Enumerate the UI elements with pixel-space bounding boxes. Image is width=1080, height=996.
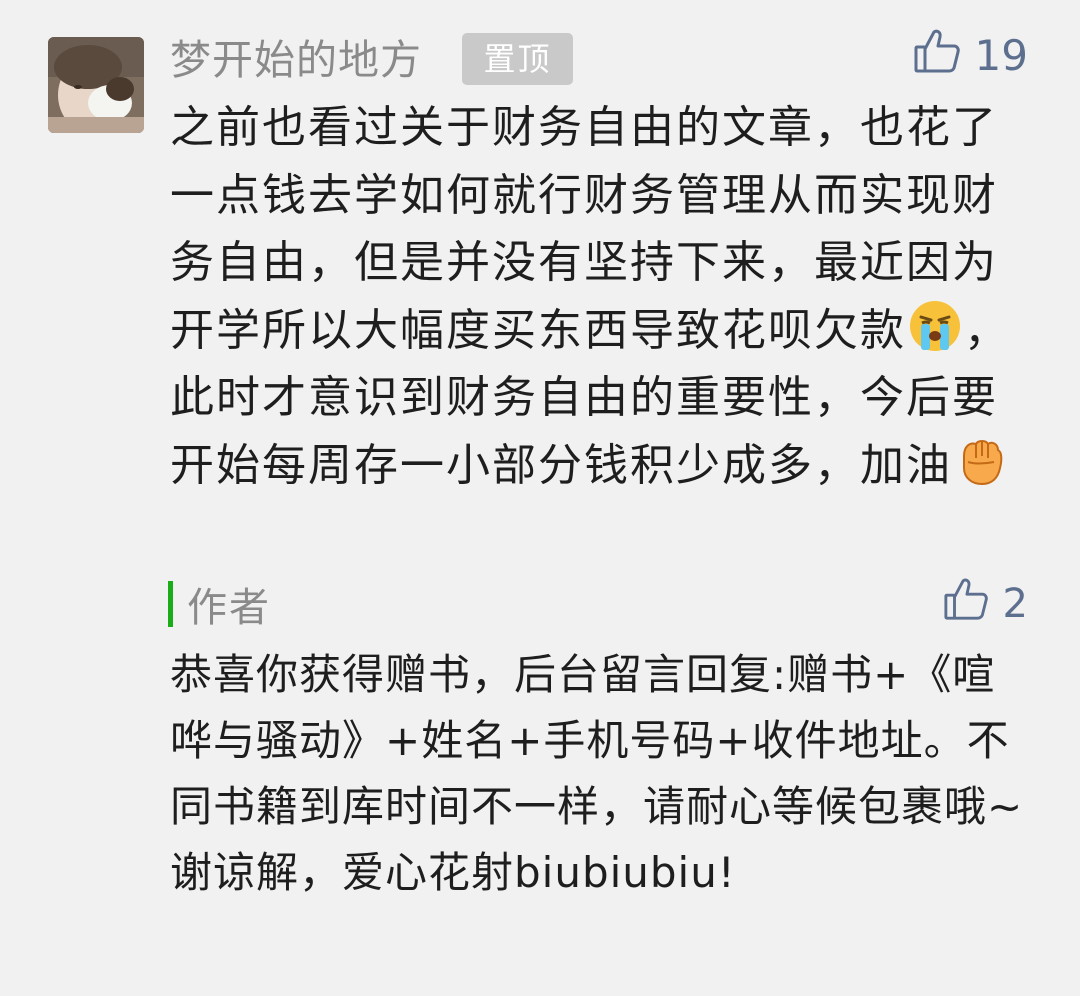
author-bar <box>168 581 173 627</box>
like-button[interactable]: 19 <box>913 27 1028 85</box>
like-count: 19 <box>974 31 1028 80</box>
thumbs-up-icon <box>913 27 961 85</box>
nickname[interactable]: 梦开始的地方 <box>170 32 422 88</box>
reply-text: 恭喜你获得赠书，后台留言回复:赠书+《喧哗与骚动》+姓名+手机号码+收件地址。不… <box>170 650 1024 897</box>
reply-like-count: 2 <box>1002 581 1028 627</box>
avatar-image <box>48 37 144 133</box>
crying-face-icon <box>908 299 962 353</box>
thumbs-up-icon <box>943 576 989 632</box>
fist-icon <box>954 434 1008 488</box>
avatar[interactable] <box>48 37 144 133</box>
author-reply-tag: 作者 <box>168 580 271 631</box>
author-label: 作者 <box>187 585 271 631</box>
pinned-badge: 置顶 <box>462 33 573 85</box>
comment-text: 之前也看过关于财务自由的文章，也花了一点钱去学如何就行财务管理从而实现财务自由，… <box>170 94 1030 500</box>
comment-text-part1: 之前也看过关于财务自由的文章，也花了一点钱去学如何就行财务管理从而实现财务自由，… <box>170 102 998 356</box>
reply-like-button[interactable]: 2 <box>943 576 1028 632</box>
